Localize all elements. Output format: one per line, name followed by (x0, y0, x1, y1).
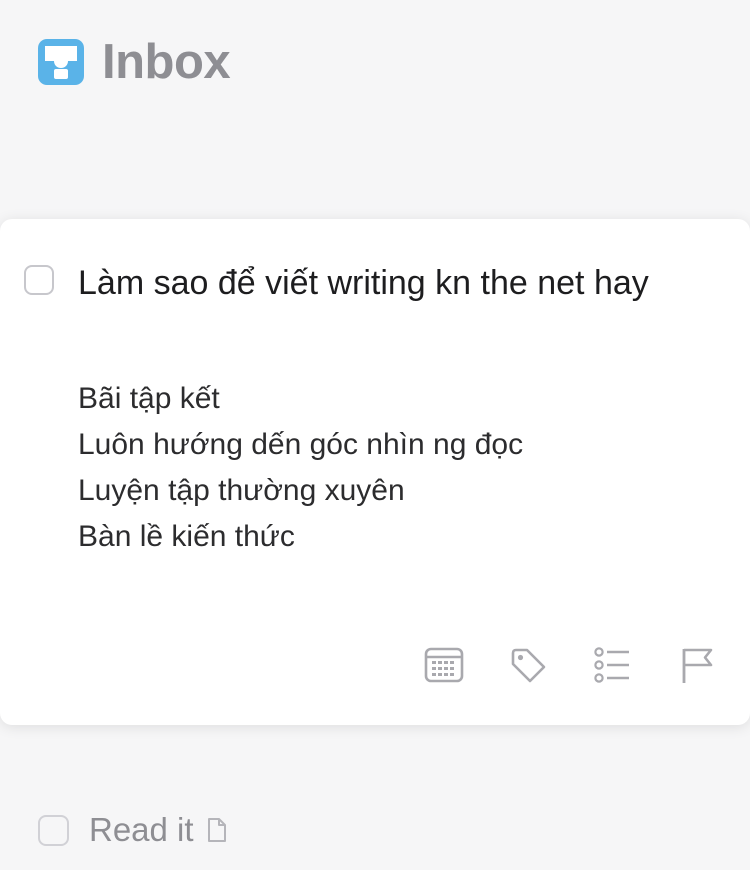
note-line: Luyện tập thường xuyên (78, 474, 405, 507)
list-header: Inbox (37, 34, 231, 90)
item-title: Read it (89, 811, 194, 848)
item-checkbox[interactable] (38, 814, 69, 846)
flag-icon (682, 648, 713, 683)
task-notes[interactable]: Bãi tập kết Luôn hướng dến góc nhìn ng đ… (78, 376, 718, 560)
task-title[interactable]: Làm sao để viết writing kn the net hay (78, 261, 718, 306)
tag-icon (511, 648, 546, 683)
inbox-tray-icon (38, 39, 84, 85)
deadline-button[interactable] (674, 643, 718, 687)
list-item[interactable]: Read it (38, 808, 227, 852)
note-line: Luôn hướng dến góc nhìn ng đọc (78, 428, 524, 461)
calendar-icon (424, 647, 464, 683)
checklist-icon (594, 647, 629, 683)
task-checkbox[interactable] (24, 265, 54, 295)
when-button[interactable] (422, 643, 466, 687)
checklist-button[interactable] (590, 643, 634, 687)
note-line: Bãi tập kết (78, 382, 220, 415)
document-icon (207, 818, 226, 842)
note-line: Bàn lề kiến thức (78, 520, 295, 553)
page-title: Inbox (102, 35, 231, 89)
tags-button[interactable] (506, 643, 550, 687)
